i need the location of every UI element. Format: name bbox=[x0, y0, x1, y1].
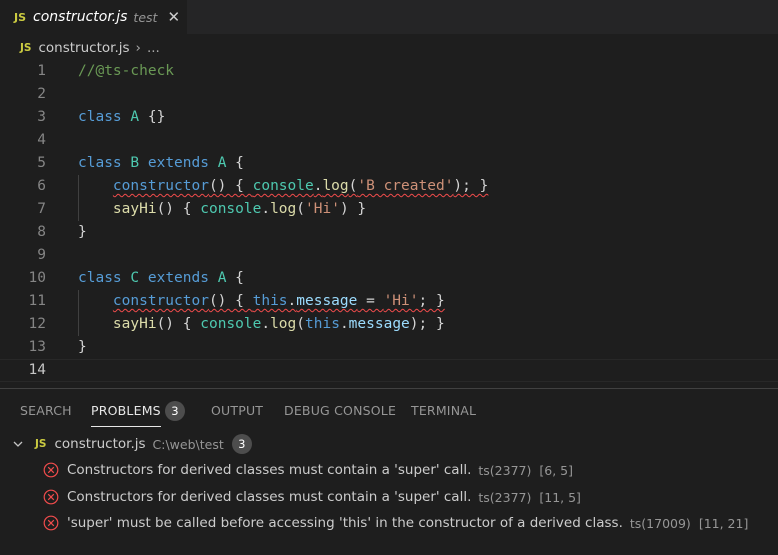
problem-item[interactable]: 'super' must be called before accessing … bbox=[0, 510, 778, 536]
tab-search[interactable]: SEARCH bbox=[20, 402, 72, 422]
editor-tab-bar: JS constructor.js test ✕ bbox=[0, 0, 778, 34]
problem-source: ts(17009) bbox=[629, 515, 691, 531]
problems-count-badge: 3 bbox=[165, 401, 185, 421]
tab-title: constructor.js bbox=[33, 9, 128, 25]
problem-message: Constructors for derived classes must co… bbox=[67, 489, 472, 505]
js-file-icon: JS bbox=[14, 10, 27, 24]
problem-file-path: C:\web\test bbox=[152, 436, 224, 452]
tab-debug-console[interactable]: DEBUG CONSOLE bbox=[284, 402, 396, 422]
breadcrumb-file[interactable]: constructor.js bbox=[38, 40, 129, 56]
close-icon[interactable]: ✕ bbox=[167, 9, 180, 25]
problem-message: 'super' must be called before accessing … bbox=[67, 515, 623, 531]
line-number: 4 bbox=[37, 132, 46, 148]
chevron-down-icon[interactable] bbox=[13, 439, 23, 449]
code-line: 3 class A {} bbox=[0, 106, 778, 129]
tab-description: test bbox=[133, 9, 158, 25]
problem-item[interactable]: Constructors for derived classes must co… bbox=[0, 457, 778, 483]
code-line: 1 //@ts-check bbox=[0, 60, 778, 83]
line-number: 13 bbox=[28, 339, 46, 355]
code-line: 13 } bbox=[0, 336, 778, 359]
problems-file-group[interactable]: JS constructor.js C:\web\test 3 bbox=[0, 432, 778, 456]
line-number: 12 bbox=[28, 316, 46, 332]
chevron-right-icon: › bbox=[135, 40, 141, 56]
problem-source: ts(2377) bbox=[478, 462, 532, 478]
breadcrumb-symbols[interactable]: ... bbox=[147, 40, 160, 56]
breadcrumb: JS constructor.js › ... bbox=[0, 37, 160, 59]
problem-position: [11, 21] bbox=[698, 515, 749, 531]
line-number: 3 bbox=[37, 109, 46, 125]
tab-constructor-js[interactable]: JS constructor.js test ✕ bbox=[0, 0, 187, 34]
line-number: 7 bbox=[37, 201, 46, 217]
file-problem-count-badge: 3 bbox=[231, 434, 252, 454]
code-line: 12 sayHi() { console.log(this.message); … bbox=[0, 313, 778, 336]
line-number: 5 bbox=[37, 155, 46, 171]
problem-position: [11, 5] bbox=[539, 489, 581, 505]
tab-problems[interactable]: PROBLEMS 3 bbox=[91, 401, 185, 427]
code-line: 6 constructor() { console.log('B created… bbox=[0, 175, 778, 198]
problem-file-name: constructor.js bbox=[54, 436, 146, 452]
bottom-panel: SEARCH PROBLEMS 3 OUTPUT DEBUG CONSOLE T… bbox=[0, 388, 778, 555]
tab-terminal[interactable]: TERMINAL bbox=[411, 402, 476, 422]
code-line: 4 bbox=[0, 129, 778, 152]
js-file-icon: JS bbox=[35, 438, 47, 450]
line-number: 11 bbox=[28, 293, 46, 309]
code-line: 10 class C extends A { bbox=[0, 267, 778, 290]
problem-position: [6, 5] bbox=[539, 462, 573, 478]
error-squiggle[interactable]: constructor() { this.message = 'Hi'; } bbox=[113, 293, 445, 309]
error-icon bbox=[43, 462, 59, 478]
panel-tab-bar: SEARCH PROBLEMS 3 OUTPUT DEBUG CONSOLE T… bbox=[0, 389, 778, 433]
line-number: 9 bbox=[37, 247, 46, 263]
code-line: 14 bbox=[0, 359, 778, 382]
problem-message: Constructors for derived classes must co… bbox=[67, 462, 472, 478]
comment: //@ts-check bbox=[78, 63, 175, 79]
line-number: 6 bbox=[37, 178, 46, 194]
code-line: 5 class B extends A { bbox=[0, 152, 778, 175]
problem-item[interactable]: Constructors for derived classes must co… bbox=[0, 484, 778, 510]
tab-problems-label: PROBLEMS bbox=[91, 403, 161, 418]
error-icon bbox=[43, 489, 59, 505]
line-number: 14 bbox=[28, 362, 46, 378]
code-line: 11 constructor() { this.message = 'Hi'; … bbox=[0, 290, 778, 313]
tab-output[interactable]: OUTPUT bbox=[211, 402, 263, 422]
code-line: 2 bbox=[0, 83, 778, 106]
line-number: 10 bbox=[28, 270, 46, 286]
line-number: 1 bbox=[37, 63, 46, 79]
problem-source: ts(2377) bbox=[478, 489, 532, 505]
code-line: 7 sayHi() { console.log('Hi') } bbox=[0, 198, 778, 221]
code-editor[interactable]: 1 //@ts-check 2 3 class A {} 4 5 class B… bbox=[0, 60, 778, 386]
code-line: 9 bbox=[0, 244, 778, 267]
line-number: 2 bbox=[37, 86, 46, 102]
js-file-icon: JS bbox=[20, 42, 32, 54]
code-line: 8 } bbox=[0, 221, 778, 244]
line-number: 8 bbox=[37, 224, 46, 240]
error-squiggle[interactable]: constructor() { console.log('B created')… bbox=[113, 178, 488, 194]
error-icon bbox=[43, 515, 59, 531]
